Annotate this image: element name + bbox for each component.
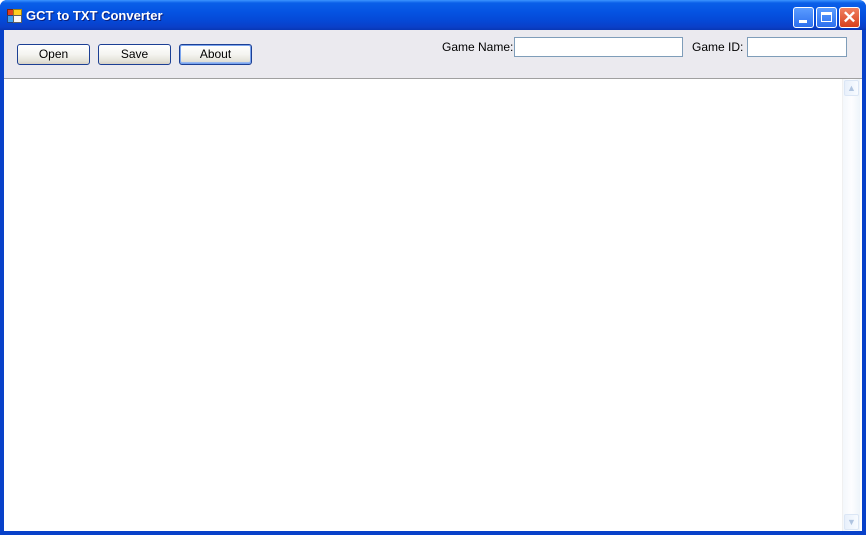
maximize-icon [821,12,832,22]
scroll-up-button[interactable]: ▲ [844,80,859,96]
about-button[interactable]: About [179,44,252,65]
toolbar: Open Save About Game Name: Game ID: [4,30,862,79]
app-icon [7,9,22,23]
chevron-down-icon: ▼ [847,517,856,527]
open-button[interactable]: Open [17,44,90,65]
game-id-label: Game ID: [692,40,744,54]
minimize-button[interactable] [793,7,814,28]
code-text-area[interactable] [4,79,842,531]
game-id-input[interactable] [747,37,847,57]
maximize-button[interactable] [816,7,837,28]
client-area: Open Save About Game Name: Game ID: ▲ ▼ [4,30,862,531]
vertical-scrollbar[interactable]: ▲ ▼ [842,79,860,531]
close-button[interactable]: ✕ [839,7,860,28]
app-window: GCT to TXT Converter ✕ Open Save About G… [0,0,866,535]
window-title: GCT to TXT Converter [26,8,163,23]
game-name-label: Game Name: [442,40,514,54]
game-name-input[interactable] [514,37,683,57]
scroll-down-button[interactable]: ▼ [844,514,859,530]
window-border-bottom [0,531,866,535]
editor-panel: ▲ ▼ [4,79,862,531]
minimize-icon [799,20,807,23]
title-bar[interactable]: GCT to TXT Converter ✕ [0,0,866,30]
chevron-up-icon: ▲ [847,83,856,93]
window-border-right [862,30,866,535]
close-icon: ✕ [842,8,857,27]
save-button[interactable]: Save [98,44,171,65]
